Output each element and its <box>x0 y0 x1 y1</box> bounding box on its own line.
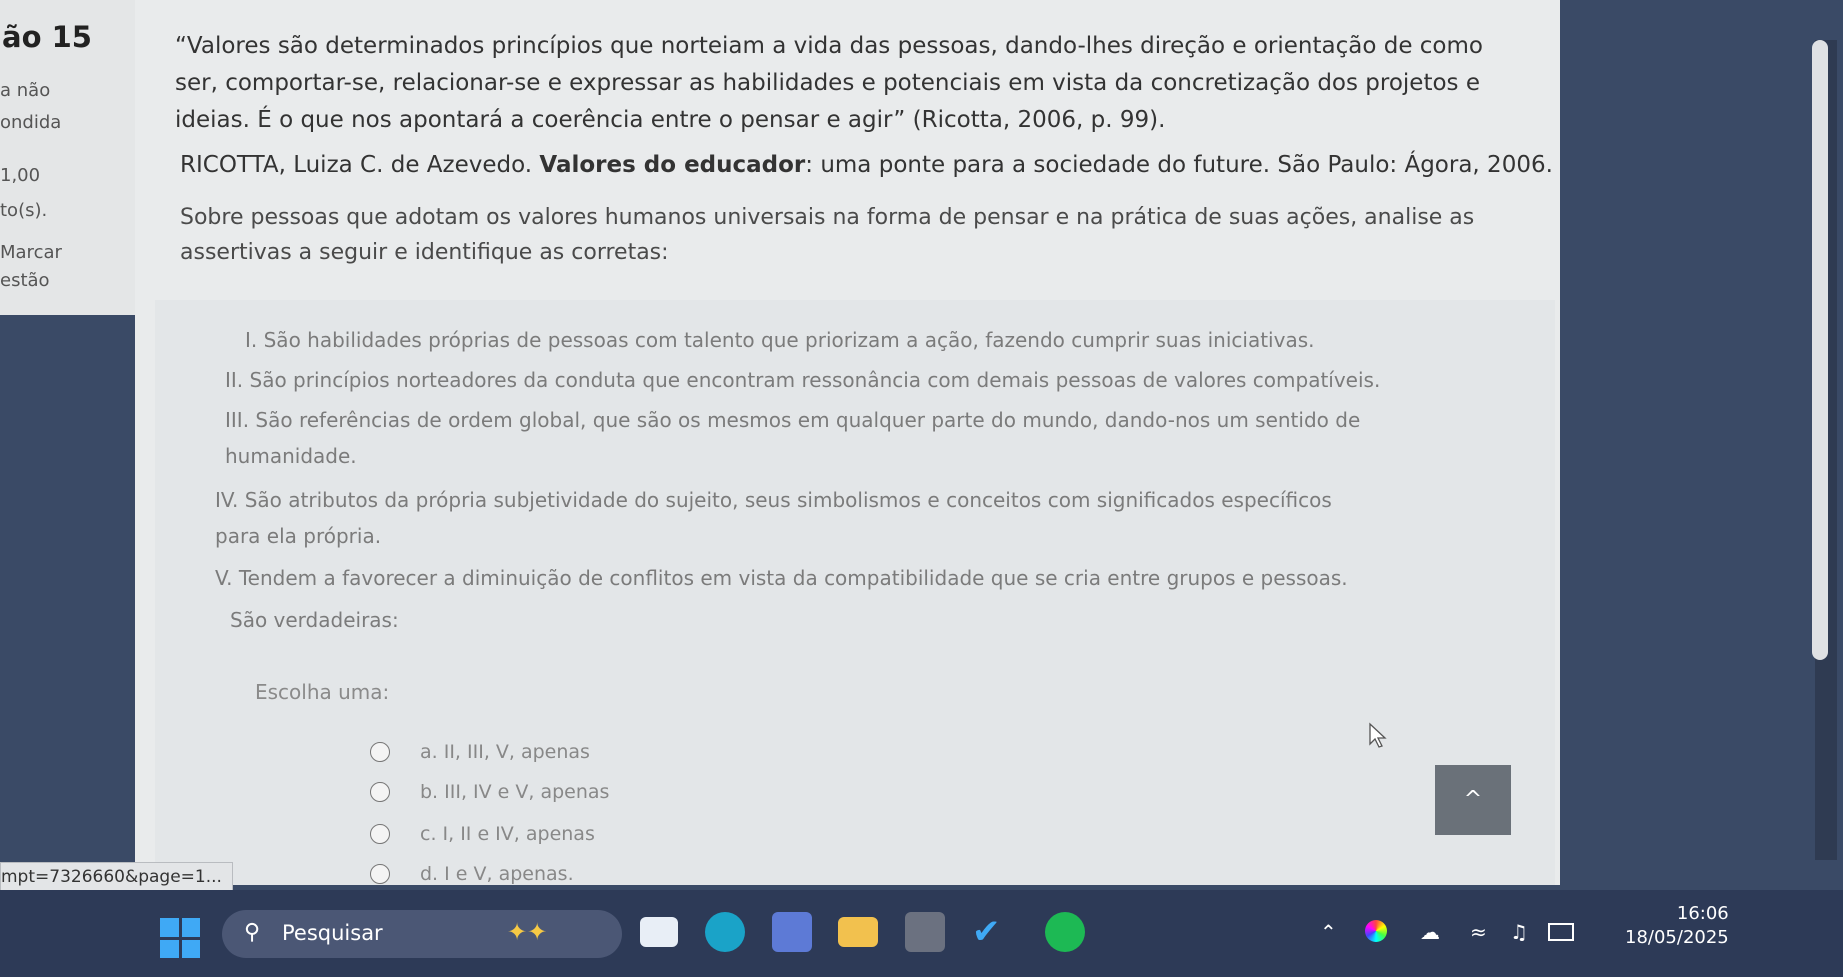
wifi-icon[interactable]: ≈ <box>1470 920 1487 944</box>
link-status-bar: mpt=7326660&page=1... <box>0 862 233 892</box>
color-wheel-icon[interactable] <box>1365 920 1387 942</box>
option-label[interactable]: b. III, IV e V, apenas <box>420 781 609 803</box>
radio-button[interactable] <box>370 782 390 802</box>
option-c[interactable]: c. I, II e IV, apenas <box>370 822 595 846</box>
system-clock[interactable]: 16:06 18/05/2025 <box>1625 902 1729 950</box>
grade-label: to(s). <box>0 200 48 221</box>
assertions-box: I. São habilidades próprias de pessoas c… <box>155 300 1555 885</box>
taskbar-search[interactable]: ⚲ Pesquisar ✦✦ <box>222 910 622 958</box>
search-placeholder[interactable]: Pesquisar <box>282 921 383 945</box>
copilot-icon[interactable] <box>772 912 812 952</box>
reference-author: RICOTTA, Luiza C. de Azevedo. <box>180 152 540 178</box>
flag-question-link[interactable]: Marcar <box>0 242 62 263</box>
question-number: ão 15 <box>2 20 92 54</box>
radio-button[interactable] <box>370 742 390 762</box>
assertion-i: I. São habilidades próprias de pessoas c… <box>245 328 1315 352</box>
assertion-ii: II. São princípios norteadores da condut… <box>225 368 1381 392</box>
question-stem: “Valores são determinados princípios que… <box>175 28 1565 139</box>
todo-icon[interactable]: ✔ <box>972 912 1012 952</box>
radio-button[interactable] <box>370 864 390 884</box>
true-label: São verdadeiras: <box>230 608 399 632</box>
scrollbar-thumb[interactable] <box>1812 40 1828 660</box>
stem-line: ser, comportar-se, relacionar-se e expre… <box>175 70 1480 96</box>
windows-icon[interactable] <box>160 918 200 958</box>
battery-icon[interactable] <box>1548 923 1574 941</box>
folder-icon[interactable] <box>838 917 878 947</box>
volume-icon[interactable]: ♫ <box>1510 920 1528 944</box>
assertion-iv-cont: para ela própria. <box>215 524 382 548</box>
assertion-iv: IV. São atributos da própria subjetivida… <box>215 488 1332 512</box>
clock-date: 18/05/2025 <box>1625 927 1729 948</box>
search-icon: ⚲ <box>244 920 261 945</box>
scroll-to-top-button[interactable]: ^ <box>1435 765 1511 835</box>
question-info-panel: ão 15 a não ondida 1,00 to(s). Marcar es… <box>0 0 135 315</box>
question-instruction: Sobre pessoas que adotam os valores huma… <box>180 200 1570 270</box>
chevron-up-icon[interactable]: ⌃ <box>1320 920 1337 944</box>
option-b[interactable]: b. III, IV e V, apenas <box>370 780 609 804</box>
stem-line: “Valores são determinados princípios que… <box>175 33 1483 59</box>
grade-value: 1,00 <box>0 165 41 186</box>
taskbar: ⚲ Pesquisar ✦✦ ✔ ⌃ ☁ ≈ ♫ 16:06 18/05/202… <box>0 890 1843 977</box>
option-a[interactable]: a. II, III, V, apenas <box>370 740 590 764</box>
flag-question-link-cont[interactable]: estão <box>0 270 50 291</box>
instruction-line: Sobre pessoas que adotam os valores huma… <box>180 205 1475 230</box>
assertion-iii-cont: humanidade. <box>225 444 357 468</box>
calculator-icon[interactable] <box>905 912 945 952</box>
assertion-iii: III. São referências de ordem global, qu… <box>225 408 1361 432</box>
bibliographic-reference: RICOTTA, Luiza C. de Azevedo. Valores do… <box>180 152 1553 178</box>
edge-icon[interactable] <box>705 912 745 952</box>
question-content: “Valores são determinados princípios que… <box>135 0 1560 885</box>
reference-rest: : uma ponte para a sociedade do future. … <box>805 152 1553 178</box>
clock-time: 16:06 <box>1676 903 1729 924</box>
stem-line: ideias. É o que nos apontará a coerência… <box>175 107 1166 133</box>
choose-label: Escolha uma: <box>255 680 390 704</box>
search-highlight-icon: ✦✦ <box>507 918 548 946</box>
assertion-v: V. Tendem a favorecer a diminuição de co… <box>215 566 1348 590</box>
option-d[interactable]: d. I e V, apenas. <box>370 862 574 886</box>
status-line: ondida <box>0 112 62 133</box>
status-line: a não <box>0 80 51 101</box>
file-explorer-icon[interactable] <box>640 917 678 947</box>
option-label[interactable]: d. I e V, apenas. <box>420 863 574 885</box>
option-label[interactable]: c. I, II e IV, apenas <box>420 823 595 845</box>
instruction-line: assertivas a seguir e identifique as cor… <box>180 240 669 265</box>
mouse-cursor-icon <box>1369 722 1387 748</box>
cloud-icon[interactable]: ☁ <box>1420 920 1440 944</box>
reference-title: Valores do educador <box>539 152 806 178</box>
option-label[interactable]: a. II, III, V, apenas <box>420 741 590 763</box>
spotify-icon[interactable] <box>1045 912 1085 952</box>
radio-button[interactable] <box>370 824 390 844</box>
